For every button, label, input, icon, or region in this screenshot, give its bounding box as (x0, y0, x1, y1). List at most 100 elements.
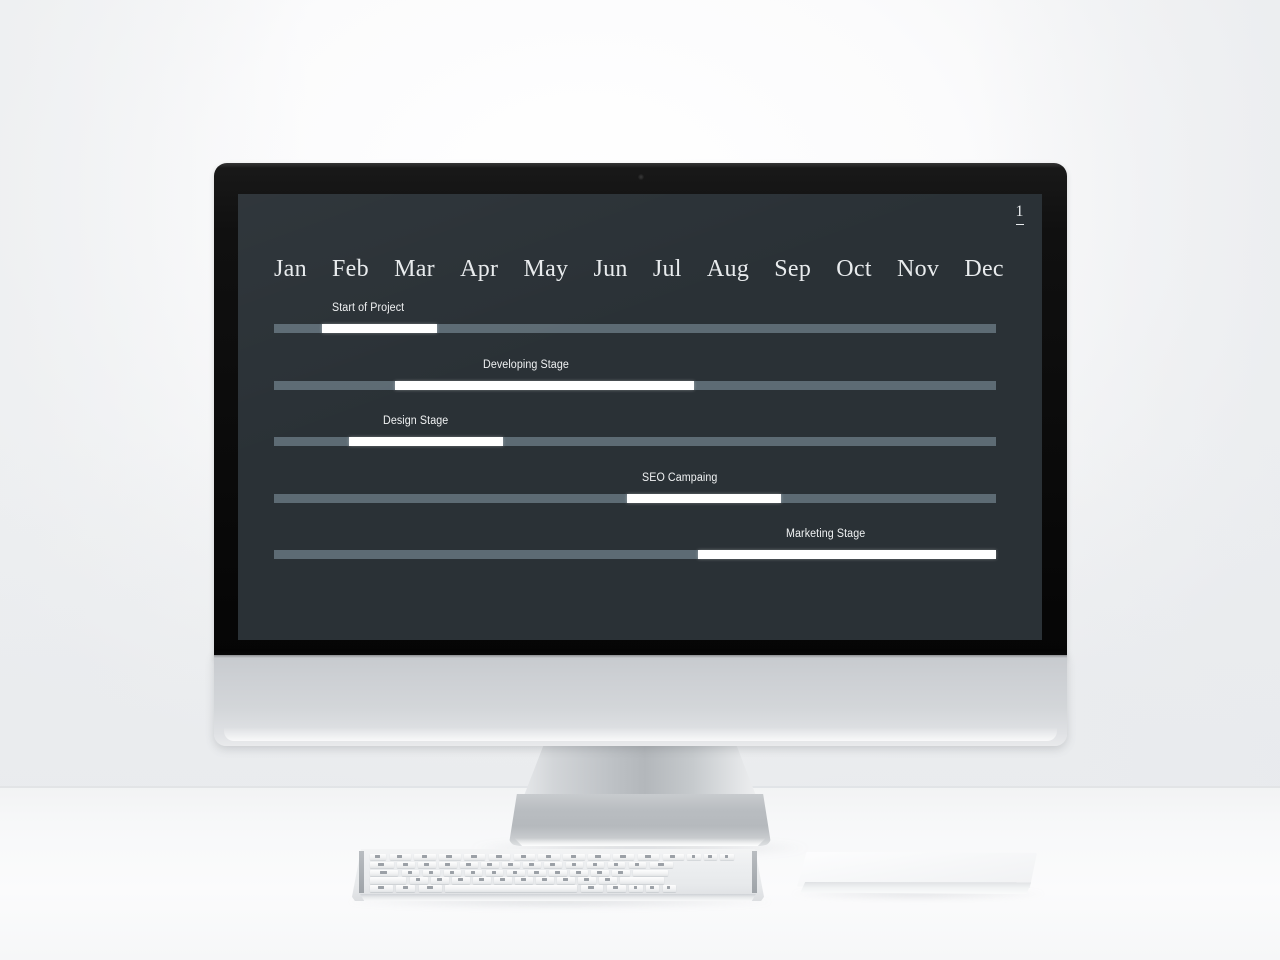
keyboard-key[interactable] (397, 861, 415, 869)
gantt-track[interactable] (274, 380, 996, 390)
keyboard-key[interactable] (502, 861, 521, 869)
gantt-bar-label: SEO Campaing (642, 471, 718, 484)
keyboard-key[interactable] (633, 869, 669, 876)
keyboard-key[interactable] (513, 854, 536, 861)
keyboard-key[interactable] (536, 877, 554, 884)
keyboard-key[interactable] (548, 869, 567, 876)
keyboard-key[interactable] (523, 861, 542, 869)
month-label-apr: Apr (460, 256, 499, 282)
keyboard-keys[interactable] (370, 854, 746, 892)
keyboard-key[interactable] (430, 877, 449, 884)
key-glyph (479, 878, 484, 882)
keyboard-key[interactable] (464, 854, 486, 861)
keyboard-key[interactable] (649, 861, 674, 869)
gantt-track[interactable] (274, 493, 996, 503)
keyboard-key[interactable] (628, 861, 647, 869)
wireless-keyboard[interactable] (352, 849, 764, 901)
month-label-mar: Mar (394, 256, 435, 282)
keyboard-key[interactable] (629, 885, 643, 892)
keyboard-key[interactable] (580, 885, 604, 892)
key-glyph (620, 855, 626, 859)
keyboard-key[interactable] (506, 869, 525, 876)
keyboard-key[interactable] (473, 877, 491, 884)
keyboard-key[interactable] (439, 861, 457, 869)
keyboard-key[interactable] (527, 869, 546, 876)
keyboard-key[interactable] (606, 885, 627, 892)
webcam-icon (638, 174, 644, 180)
keyboard-key[interactable] (662, 885, 676, 892)
keyboard-key[interactable] (370, 885, 393, 892)
key-glyph (379, 870, 387, 874)
keyboard-key[interactable] (389, 854, 411, 861)
key-glyph (500, 878, 505, 882)
keyboard-key[interactable] (612, 854, 635, 861)
keyboard-key[interactable] (607, 861, 626, 869)
month-label-nov: Nov (896, 256, 940, 282)
key-glyph (396, 855, 403, 859)
keyboard-key[interactable] (687, 854, 701, 861)
gantt-bar-fill[interactable] (697, 550, 996, 559)
keyboard-key[interactable] (662, 854, 684, 861)
gantt-track[interactable] (274, 437, 996, 446)
keyboard-key[interactable] (586, 861, 605, 869)
keyboard-key[interactable] (481, 861, 499, 869)
keyboard-key[interactable] (591, 869, 609, 876)
keyboard-key[interactable] (409, 877, 428, 884)
monitor-screen[interactable]: 1 Jan Feb Mar Apr May Jun Jul Aug Sep Oc… (238, 194, 1042, 640)
keyboard-key[interactable] (612, 869, 630, 876)
wireless-trackpad[interactable] (797, 852, 1037, 896)
keyboard-key[interactable] (401, 869, 420, 876)
month-label-may: May (523, 256, 569, 282)
keyboard-key[interactable] (620, 877, 664, 884)
keyboard-key[interactable] (720, 854, 734, 861)
keyboard-key[interactable] (544, 861, 563, 869)
keyboard-key[interactable] (418, 861, 436, 869)
keyboard-key[interactable] (563, 854, 585, 861)
keyboard-key[interactable] (451, 877, 470, 884)
key-glyph (592, 862, 598, 866)
key-glyph (407, 870, 413, 874)
keyboard-key[interactable] (418, 885, 442, 892)
keyboard-key[interactable] (370, 861, 394, 869)
keyboard-key[interactable] (460, 861, 478, 869)
keyboard-key[interactable] (445, 885, 578, 892)
monitor-chin-highlight (224, 727, 1057, 741)
keyboard-key[interactable] (703, 854, 718, 861)
key-glyph (471, 855, 477, 859)
keyboard-key[interactable] (370, 854, 387, 861)
keyboard-key[interactable] (414, 854, 436, 861)
keyboard-key[interactable] (464, 869, 483, 876)
keyboard-key[interactable] (570, 869, 588, 876)
keyboard-key[interactable] (645, 885, 660, 892)
keyboard-key[interactable] (588, 854, 610, 861)
keyboard-key[interactable] (515, 877, 533, 884)
keyboard-front-edge (360, 894, 756, 901)
keyboard-key[interactable] (443, 869, 462, 876)
key-glyph (595, 855, 601, 859)
keyboard-key[interactable] (396, 885, 416, 892)
gantt-bar-fill[interactable] (321, 324, 438, 333)
key-glyph (570, 855, 577, 859)
gantt-track[interactable] (274, 550, 996, 559)
keyboard-key[interactable] (599, 877, 618, 884)
keyboard-key[interactable] (370, 869, 399, 876)
gantt-bar-fill[interactable] (349, 437, 503, 446)
key-glyph (554, 870, 560, 874)
gantt-bar-fill[interactable] (627, 493, 781, 503)
keyboard-key[interactable] (370, 877, 407, 884)
keyboard-key[interactable] (439, 854, 461, 861)
month-axis: Jan Feb Mar Apr May Jun Jul Aug Sep Oct … (274, 256, 1004, 283)
gantt-track[interactable] (274, 324, 996, 333)
keyboard-key[interactable] (494, 877, 512, 884)
key-glyph (571, 862, 577, 866)
keyboard-key[interactable] (565, 861, 584, 869)
keyboard-key[interactable] (637, 854, 660, 861)
key-glyph (550, 862, 556, 866)
keyboard-key[interactable] (422, 869, 441, 876)
keyboard-key[interactable] (485, 869, 504, 876)
gantt-bar-fill[interactable] (394, 380, 695, 390)
keyboard-key[interactable] (538, 854, 560, 861)
keyboard-key[interactable] (578, 877, 596, 884)
keyboard-key[interactable] (557, 877, 575, 884)
keyboard-key[interactable] (488, 854, 511, 861)
